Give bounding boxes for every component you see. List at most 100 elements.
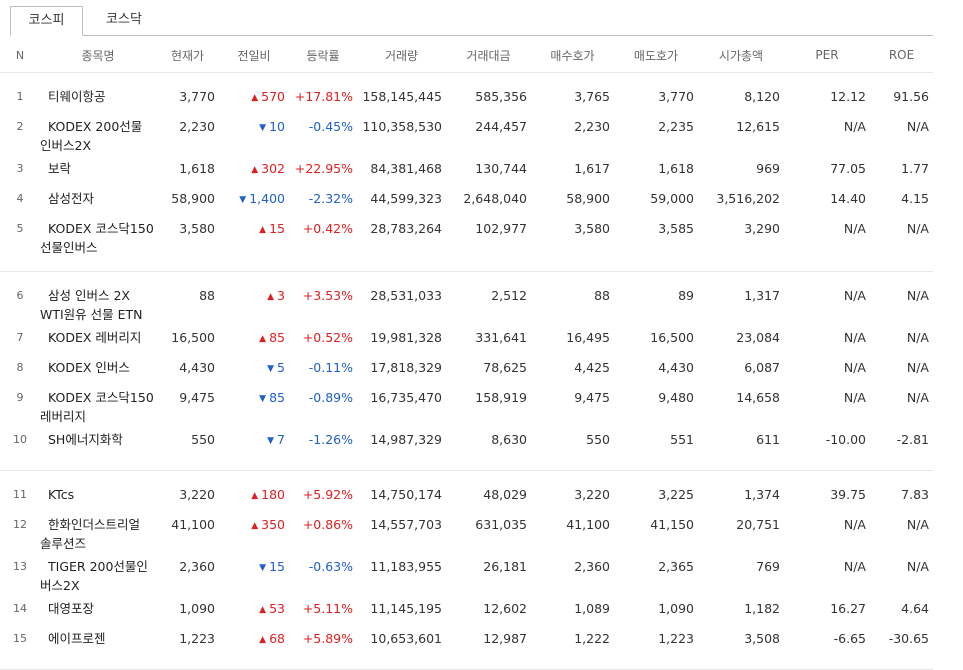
cell-change: ▼ 7 <box>219 426 289 456</box>
col-header-change[interactable]: 전일비 <box>219 38 289 73</box>
stock-name-link[interactable]: 삼성 인버스 2X WTI원유 선물 ETN <box>40 282 156 324</box>
cell-price: 3,220 <box>179 487 215 502</box>
row-number: 2 <box>16 120 24 133</box>
table-row[interactable]: 7 KODEX 레버리지 16,500 ▲ 85 +0.52% 19,981,328 331,… <box>0 324 933 354</box>
table-row[interactable]: 11 KTcs 3,220 ▲ 180 +5.92% 14,750,174 48,029 3,2… <box>0 481 933 511</box>
cell-ask: 4,430 <box>658 360 694 375</box>
stock-name-link[interactable]: KODEX 200선물 인버스2X <box>40 113 156 155</box>
cell-roe: -30.65 <box>888 631 929 646</box>
cell-bid: 2,360 <box>574 559 610 574</box>
change-value: 3 <box>277 288 285 303</box>
col-header-roe[interactable]: ROE <box>870 38 933 73</box>
stock-name-line1: KTcs <box>48 487 75 502</box>
cell-rate: -1.26% <box>308 432 353 447</box>
cell-amount: 2,648,040 <box>463 191 527 206</box>
change-value: 15 <box>269 559 285 574</box>
col-header-name[interactable]: 종목명 <box>40 38 156 73</box>
table-row[interactable]: 12 한화인더스트리얼 솔루션즈 41,100 ▲ 350 +0.86% 14,557,703… <box>0 511 933 553</box>
stock-name-link[interactable]: KODEX 코스닥150 레버리지 <box>40 384 156 426</box>
col-header-bid[interactable]: 매수호가 <box>531 38 614 73</box>
row-number: 14 <box>13 602 27 615</box>
row-number: 1 <box>16 90 24 103</box>
cell-roe: N/A <box>906 517 929 532</box>
cell-bid: 16,495 <box>566 330 610 345</box>
table-row[interactable]: 5 KODEX 코스닥150 선물인버스 3,580 ▲ 15 +0.42% 28,783,2… <box>0 215 933 257</box>
cell-rate: +17.81% <box>294 89 353 104</box>
cell-price: 2,360 <box>179 559 215 574</box>
col-header-ask[interactable]: 매도호가 <box>614 38 698 73</box>
tab-kosdaq[interactable]: 코스닥 <box>83 6 165 34</box>
cell-rate: +0.42% <box>302 221 353 236</box>
table-row[interactable]: 1 티웨이항공 3,770 ▲ 570 +17.81% 158,145,445 585,356… <box>0 83 933 113</box>
col-header-volume[interactable]: 거래량 <box>357 38 446 73</box>
stock-name-link[interactable]: KODEX 레버리지 <box>40 324 156 354</box>
stock-name-link[interactable]: 보락 <box>40 155 156 185</box>
table-row[interactable]: 14 대영포장 1,090 ▲ 53 +5.11% 11,145,195 12,602 1,08… <box>0 595 933 625</box>
stock-name-line1: 에이프로젠 <box>48 631 106 646</box>
cell-cap: 611 <box>756 432 780 447</box>
table-row[interactable]: 6 삼성 인버스 2X WTI원유 선물 ETN 88 ▲ 3 +3.53% 28,531,0… <box>0 282 933 324</box>
row-number: 9 <box>16 391 24 404</box>
change-value: 7 <box>277 432 285 447</box>
stock-name-link[interactable]: 삼성전자 <box>40 185 156 215</box>
table-row[interactable]: 8 KODEX 인버스 4,430 ▼ 5 -0.11% 17,818,329 78,625 4… <box>0 354 933 384</box>
stock-name-line2: 솔루션즈 <box>40 536 87 551</box>
stock-name-link[interactable]: SH에너지화학 <box>40 426 156 456</box>
cell-price: 550 <box>191 432 215 447</box>
table-row[interactable]: 4 삼성전자 58,900 ▼ 1,400 -2.32% 44,599,323 2,648,0… <box>0 185 933 215</box>
stock-name-link[interactable]: 티웨이항공 <box>40 83 156 113</box>
cell-amount: 2,512 <box>491 288 527 303</box>
table-row[interactable]: 15 에이프로젠 1,223 ▲ 68 +5.89% 10,653,601 12,987 1,2… <box>0 625 933 655</box>
cell-bid: 58,900 <box>566 191 610 206</box>
cell-cap: 23,084 <box>736 330 780 345</box>
market-ranking-panel: 코스피 코스닥 N 종목명 현재가 전일비 등락률 거래량 거래대금 매수호가 … <box>0 0 963 670</box>
cell-rate: +5.92% <box>302 487 353 502</box>
col-header-amount[interactable]: 거래대금 <box>446 38 531 73</box>
cell-rate: +0.86% <box>302 517 353 532</box>
triangle-up-icon: ▲ <box>251 93 259 103</box>
cell-cap: 6,087 <box>744 360 780 375</box>
col-header-cap[interactable]: 시가총액 <box>698 38 784 73</box>
cell-volume: 16,735,470 <box>370 390 442 405</box>
change-value: 15 <box>269 221 285 236</box>
table-row[interactable]: 3 보락 1,618 ▲ 302 +22.95% 84,381,468 130,744 1,61… <box>0 155 933 185</box>
cell-per: 14.40 <box>830 191 866 206</box>
cell-bid: 3,580 <box>574 221 610 236</box>
col-header-rate[interactable]: 등락률 <box>289 38 357 73</box>
stock-name-link[interactable]: TIGER 200선물인 버스2X <box>40 553 156 595</box>
stock-name-link[interactable]: 대영포장 <box>40 595 156 625</box>
stock-name-line1: 삼성 인버스 2X <box>48 288 130 303</box>
group-separator <box>0 456 933 471</box>
row-number: 8 <box>16 361 24 374</box>
triangle-up-icon: ▲ <box>259 225 267 235</box>
stock-name-link[interactable]: KTcs <box>40 481 156 511</box>
cell-ask: 2,365 <box>658 559 694 574</box>
row-number: 13 <box>13 560 27 573</box>
stock-name-link[interactable]: 에이프로젠 <box>40 625 156 655</box>
change-value: 350 <box>261 517 285 532</box>
cell-change: ▲ 302 <box>219 155 289 185</box>
col-header-n: N <box>0 38 40 73</box>
table-header: N 종목명 현재가 전일비 등락률 거래량 거래대금 매수호가 매도호가 시가총… <box>0 38 933 73</box>
cell-amount: 12,602 <box>483 601 527 616</box>
stock-name-link[interactable]: 한화인더스트리얼 솔루션즈 <box>40 511 156 553</box>
table-row[interactable]: 2 KODEX 200선물 인버스2X 2,230 ▼ 10 -0.45% 110,358,5… <box>0 113 933 155</box>
change-value: 302 <box>261 161 285 176</box>
cell-bid: 2,230 <box>574 119 610 134</box>
tab-kospi[interactable]: 코스피 <box>10 6 83 36</box>
cell-roe: N/A <box>906 390 929 405</box>
stock-name-link[interactable]: KODEX 코스닥150 선물인버스 <box>40 215 156 257</box>
cell-ask: 89 <box>678 288 694 303</box>
change-value: 1,400 <box>249 191 285 206</box>
cell-volume: 28,531,033 <box>370 288 442 303</box>
cell-per: N/A <box>843 390 866 405</box>
table-row[interactable]: 10 SH에너지화학 550 ▼ 7 -1.26% 14,987,329 8,630 550 55… <box>0 426 933 456</box>
cell-roe: N/A <box>906 559 929 574</box>
table-row[interactable]: 13 TIGER 200선물인 버스2X 2,360 ▼ 15 -0.63% 11,183,9… <box>0 553 933 595</box>
cell-volume: 84,381,468 <box>370 161 442 176</box>
table-row[interactable]: 9 KODEX 코스닥150 레버리지 9,475 ▼ 85 -0.89% 16,735,47… <box>0 384 933 426</box>
stock-name-link[interactable]: KODEX 인버스 <box>40 354 156 384</box>
cell-roe: 91.56 <box>893 89 929 104</box>
col-header-per[interactable]: PER <box>784 38 870 73</box>
col-header-price[interactable]: 현재가 <box>156 38 219 73</box>
